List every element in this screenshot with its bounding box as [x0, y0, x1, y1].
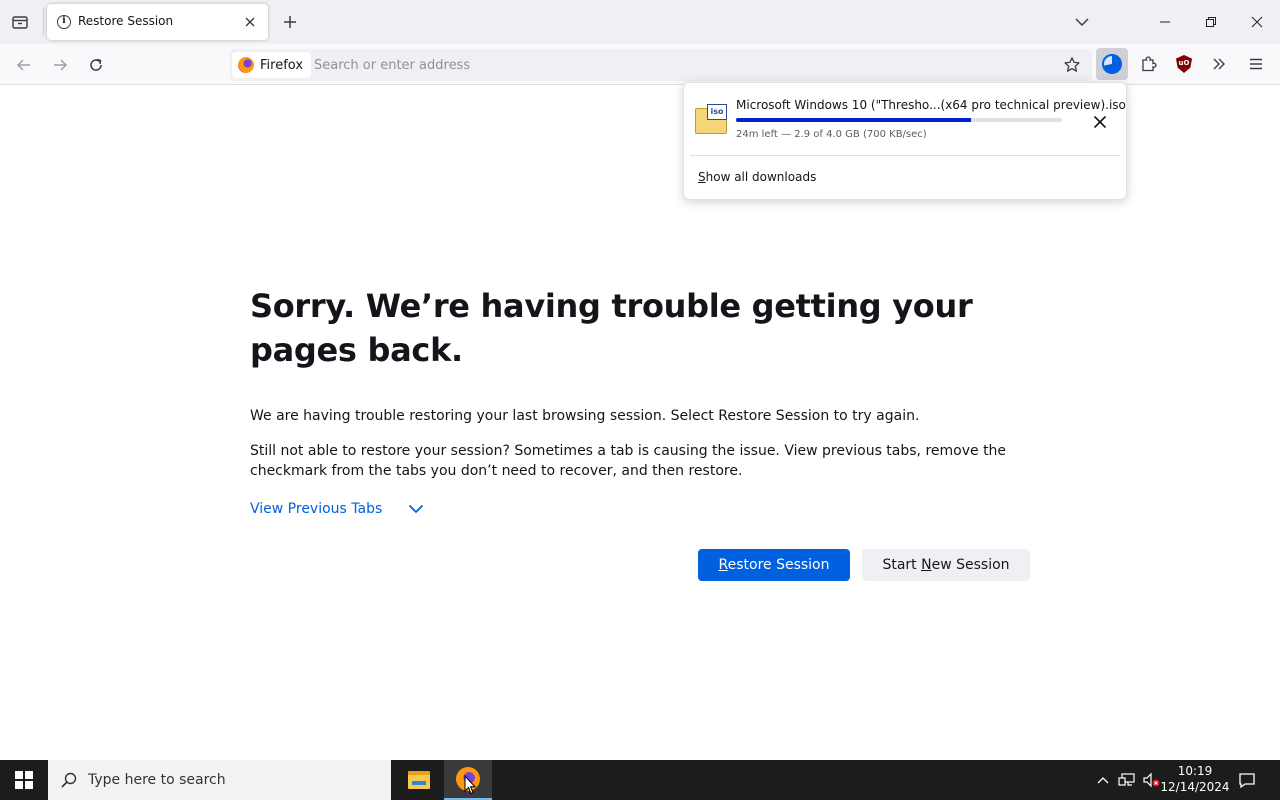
chevron-down-icon: [408, 504, 424, 514]
plus-icon: [284, 16, 296, 28]
list-all-tabs-button[interactable]: [1070, 10, 1094, 34]
start-button[interactable]: [0, 760, 48, 800]
button-label: estore Session: [727, 557, 830, 573]
download-progress-fill: [736, 118, 971, 122]
address-input[interactable]: [314, 53, 1034, 77]
firefox-logo-icon: [238, 57, 254, 73]
tab-title: Restore Session: [78, 14, 174, 28]
download-file-name[interactable]: Microsoft Windows 10 ("Thresho...(x64 pr…: [736, 98, 1126, 112]
view-previous-tabs-toggle[interactable]: View Previous Tabs: [250, 501, 424, 517]
network-button[interactable]: [1116, 760, 1138, 800]
chevron-up-icon: [1097, 777, 1109, 784]
close-icon: [1251, 16, 1263, 28]
panel-separator: [690, 155, 1120, 156]
reload-icon: [90, 58, 102, 71]
error-hint: Still not able to restore your session? …: [250, 443, 1007, 479]
action-center-button[interactable]: [1232, 760, 1262, 800]
windows-taskbar: Type here to search 10:19 12/14/2024: [0, 760, 1280, 800]
session-restore-content: Sorry. We’re having trouble getting your…: [250, 284, 1040, 581]
show-hidden-icons-button[interactable]: [1094, 760, 1112, 800]
url-bar[interactable]: Firefox: [230, 49, 1092, 81]
tab-strip: i Restore Session: [0, 0, 1280, 44]
view-previous-tabs-label: View Previous Tabs: [250, 501, 383, 517]
app-menu-button[interactable]: [1242, 50, 1270, 78]
puzzle-icon: [1142, 56, 1157, 72]
clock-date: 12/14/2024: [1160, 780, 1230, 794]
close-window-button[interactable]: [1234, 6, 1280, 38]
windows-logo-icon: [15, 771, 33, 789]
extensions-button[interactable]: [1135, 50, 1163, 78]
download-progress-bar: [736, 118, 1062, 122]
clock-time: 10:19: [1177, 764, 1213, 778]
cancel-download-button[interactable]: [1088, 110, 1112, 134]
minimize-icon: [1160, 21, 1170, 23]
tab-separator: [43, 8, 44, 36]
taskbar-clock[interactable]: 10:19 12/14/2024: [1160, 763, 1230, 795]
info-icon: i: [57, 15, 71, 29]
button-label-end: ew Session: [931, 557, 1010, 573]
restore-session-button[interactable]: Restore Session: [698, 549, 850, 581]
accesskey: N: [921, 557, 932, 573]
download-progress-icon: [1102, 54, 1122, 74]
double-chevron-right-icon: [1213, 58, 1225, 70]
file-type-label: iso: [707, 104, 727, 120]
mouse-cursor-icon: [464, 775, 476, 795]
error-message: We are having trouble restoring your las…: [250, 408, 920, 424]
ublock-origin-button[interactable]: uO: [1170, 50, 1198, 78]
identity-label: Firefox: [260, 57, 304, 73]
volume-button[interactable]: [1140, 760, 1162, 800]
network-icon: [1118, 773, 1135, 786]
firefox-view-icon: [12, 16, 28, 29]
close-icon: [1093, 115, 1107, 129]
tab-close-button[interactable]: [240, 12, 260, 32]
overflow-menu-button[interactable]: [1205, 50, 1233, 78]
start-new-session-button[interactable]: Start New Session: [862, 549, 1030, 581]
notification-icon: [1239, 773, 1255, 789]
restore-window-icon: [1206, 17, 1216, 27]
hamburger-menu-icon: [1250, 58, 1262, 70]
iso-file-icon: iso: [695, 104, 727, 134]
star-icon: [1064, 57, 1080, 72]
close-icon: [245, 17, 255, 27]
search-icon: [61, 772, 77, 788]
search-placeholder: Type here to search: [88, 772, 226, 788]
back-button[interactable]: [10, 51, 38, 79]
file-explorer-taskbar-button[interactable]: [395, 760, 443, 800]
bookmark-button[interactable]: [1060, 53, 1084, 77]
reload-button[interactable]: [82, 51, 110, 79]
accesskey: R: [718, 557, 728, 573]
downloads-panel: iso Microsoft Windows 10 ("Thresho...(x6…: [683, 82, 1127, 200]
ublock-shield-icon: uO: [1176, 55, 1192, 73]
new-tab-button[interactable]: [278, 10, 302, 34]
tab-restore-session[interactable]: i Restore Session: [47, 4, 268, 40]
button-label-start: Start: [882, 557, 922, 573]
download-status: 24m left — 2.9 of 4.0 GB (700 KB/sec): [736, 129, 927, 140]
taskbar-search-box[interactable]: Type here to search: [48, 760, 391, 800]
forward-button[interactable]: [46, 51, 74, 79]
page-title: Sorry. We’re having trouble getting your…: [250, 287, 973, 369]
navigation-toolbar: Firefox uO: [0, 44, 1280, 85]
folder-icon: [408, 771, 430, 789]
arrow-left-icon: [16, 59, 30, 71]
accesskey: S: [698, 170, 706, 184]
chevron-down-icon: [1075, 18, 1089, 27]
downloads-button[interactable]: [1096, 48, 1128, 80]
show-all-downloads-button[interactable]: Show all downloads: [698, 170, 816, 184]
arrow-right-icon: [54, 59, 68, 71]
restore-window-button[interactable]: [1188, 6, 1234, 38]
identity-box[interactable]: Firefox: [232, 52, 312, 78]
firefox-view-button[interactable]: [6, 10, 34, 34]
minimize-button[interactable]: [1142, 6, 1188, 38]
show-all-label: how all downloads: [705, 170, 817, 184]
volume-muted-icon: [1143, 772, 1160, 788]
